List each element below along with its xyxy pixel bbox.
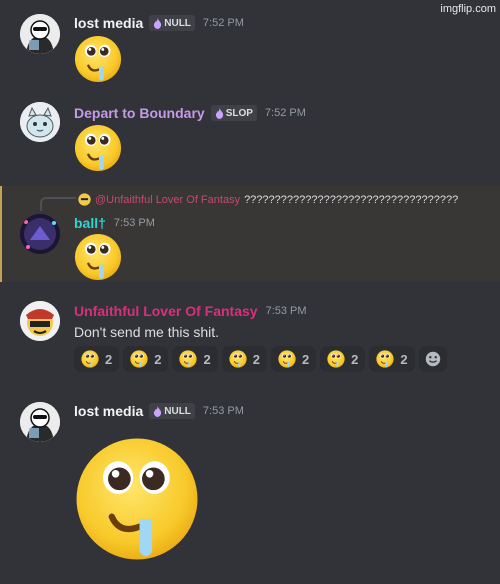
flame-icon xyxy=(153,406,162,417)
drooling-face-emoji-large[interactable] xyxy=(74,436,200,562)
reaction-count: 2 xyxy=(203,351,211,367)
reply-avatar-icon xyxy=(78,193,91,206)
reaction-drooling-face[interactable]: 2 xyxy=(123,346,169,372)
username[interactable]: lost media xyxy=(74,15,143,31)
reply-preview[interactable]: @Unfaithful Lover Of Fantasy ???????????… xyxy=(78,193,458,206)
reaction-drooling-face[interactable]: 2 xyxy=(270,346,317,372)
message-text: Don't send me this shit. xyxy=(74,324,220,340)
reply-text: ??????????????????????????????????? xyxy=(244,193,459,206)
timestamp: 7:52 PM xyxy=(202,17,244,29)
drooling-face-icon xyxy=(229,350,247,368)
drooling-face-emoji[interactable] xyxy=(74,35,122,83)
server-tag[interactable]: NULL xyxy=(149,15,195,31)
reaction-count: 2 xyxy=(154,351,162,367)
reaction-count: 2 xyxy=(252,351,260,367)
avatar[interactable] xyxy=(20,14,60,54)
reaction-count: 2 xyxy=(351,351,359,367)
reaction-bar: 2 2 2 2 2 2 2 xyxy=(74,346,447,372)
server-tag[interactable]: SLOP xyxy=(210,105,257,121)
server-tag-label: NULL xyxy=(164,17,191,29)
drooling-face-icon xyxy=(130,350,148,368)
username[interactable]: ball† xyxy=(74,215,106,231)
username[interactable]: Depart to Boundary xyxy=(74,105,205,121)
timestamp: 7:53 PM xyxy=(202,405,244,417)
flame-icon xyxy=(215,108,224,119)
reaction-count: 2 xyxy=(301,351,310,367)
reaction-count: 2 xyxy=(400,351,408,367)
avatar[interactable] xyxy=(20,102,60,142)
username[interactable]: lost media xyxy=(74,403,143,419)
reaction-count: 2 xyxy=(105,351,113,367)
drooling-face-icon xyxy=(81,350,99,368)
drooling-face-icon xyxy=(179,350,197,368)
reply-connector xyxy=(40,197,76,211)
username[interactable]: Unfaithful Lover Of Fantasy xyxy=(74,303,258,319)
avatar[interactable] xyxy=(20,402,60,442)
server-tag[interactable]: NULL xyxy=(149,403,195,419)
drooling-face-icon xyxy=(376,350,394,368)
drooling-face-icon xyxy=(278,350,296,368)
imgflip-watermark: imgflip.com xyxy=(440,3,496,15)
avatar[interactable] xyxy=(20,214,60,254)
drooling-face-emoji[interactable] xyxy=(74,233,122,281)
timestamp: 7:53 PM xyxy=(113,217,155,229)
server-tag-label: SLOP xyxy=(225,107,253,119)
drooling-face-emoji[interactable] xyxy=(74,124,122,172)
reaction-drooling-face[interactable]: 2 xyxy=(74,346,120,372)
reply-mention[interactable]: @Unfaithful Lover Of Fantasy xyxy=(95,194,240,206)
timestamp: 7:53 PM xyxy=(265,305,307,317)
reaction-drooling-face[interactable]: 2 xyxy=(369,346,415,372)
avatar[interactable] xyxy=(20,301,60,341)
drooling-face-icon xyxy=(327,350,345,368)
add-reaction-button[interactable] xyxy=(418,346,447,372)
reaction-drooling-face[interactable]: 2 xyxy=(172,346,218,372)
flame-icon xyxy=(153,18,162,29)
reaction-drooling-face[interactable]: 2 xyxy=(320,346,366,372)
add-reaction-icon xyxy=(425,351,440,367)
server-tag-label: NULL xyxy=(164,405,191,417)
reaction-drooling-face[interactable]: 2 xyxy=(221,346,267,372)
timestamp: 7:52 PM xyxy=(264,107,306,119)
